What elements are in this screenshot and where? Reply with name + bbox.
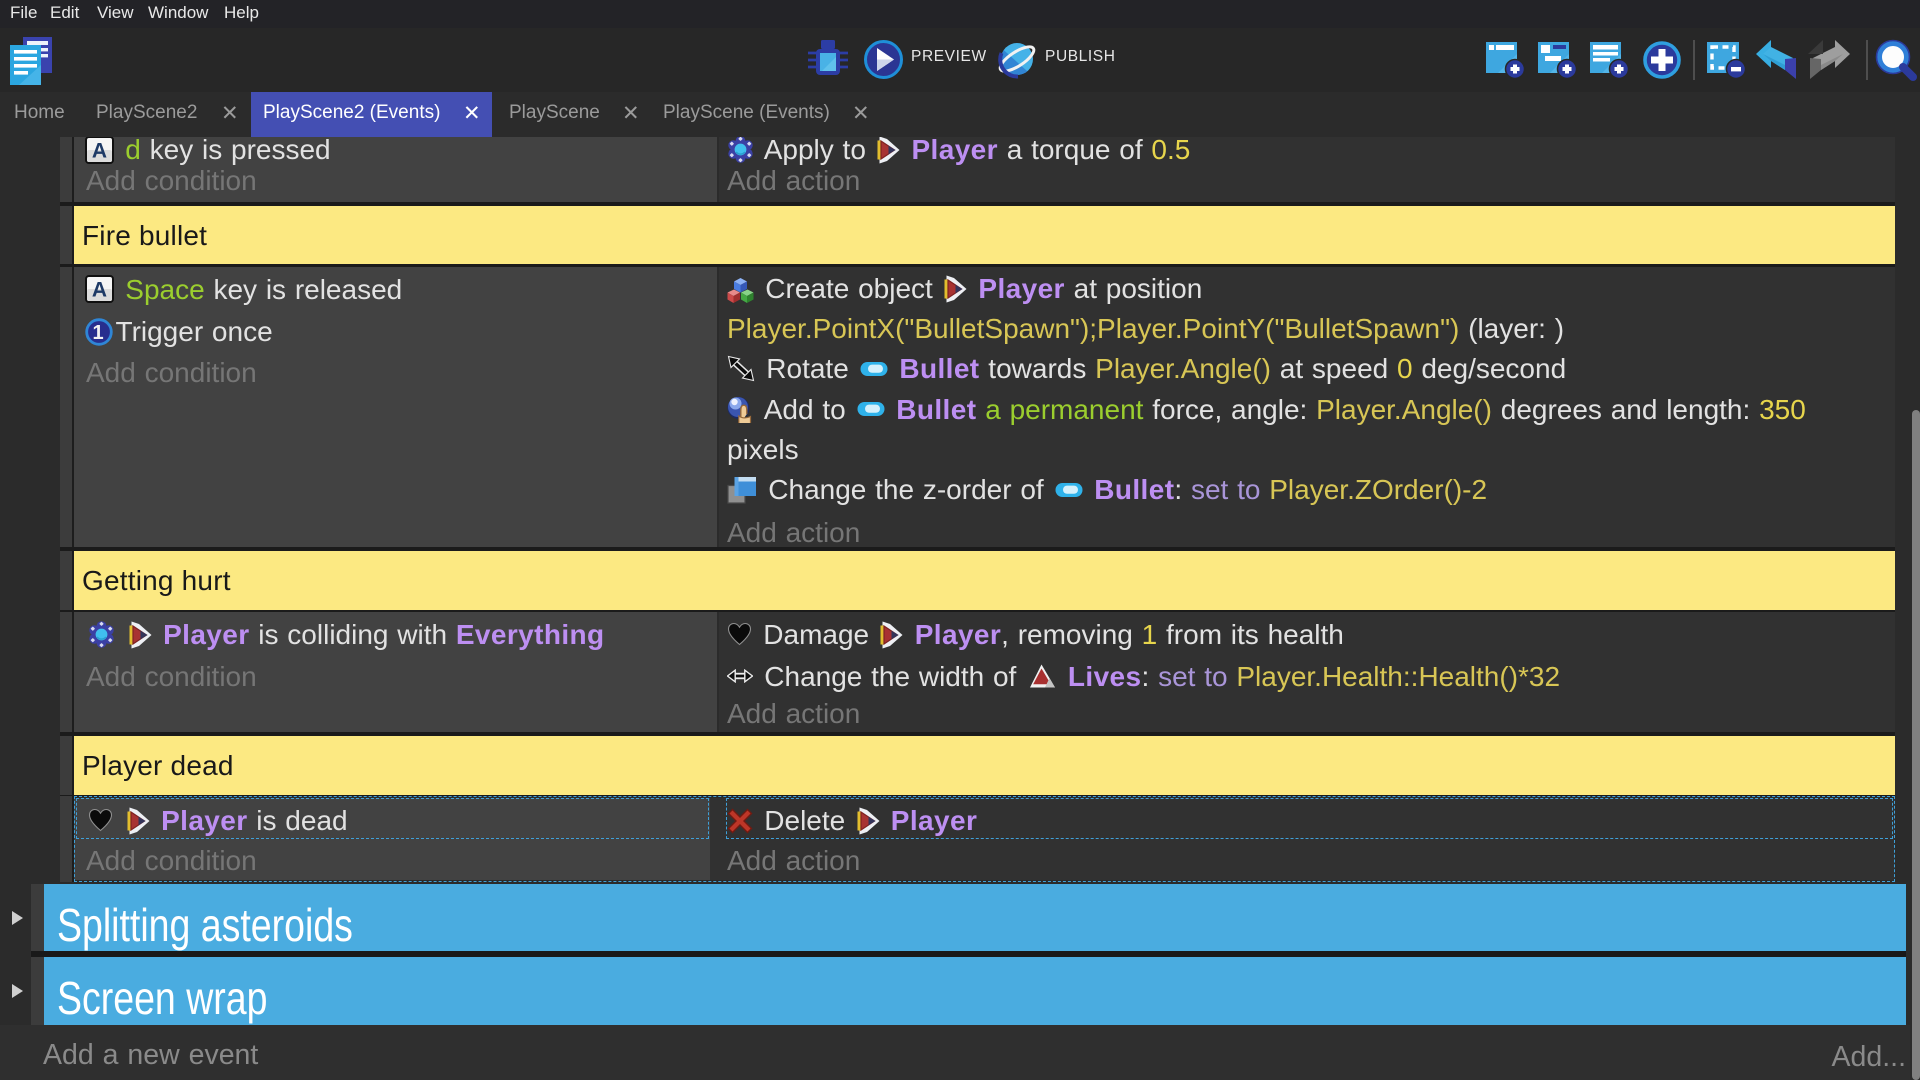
svg-text:A: A: [92, 279, 107, 302]
svg-text:1: 1: [92, 322, 103, 344]
svg-text:A: A: [92, 139, 107, 162]
